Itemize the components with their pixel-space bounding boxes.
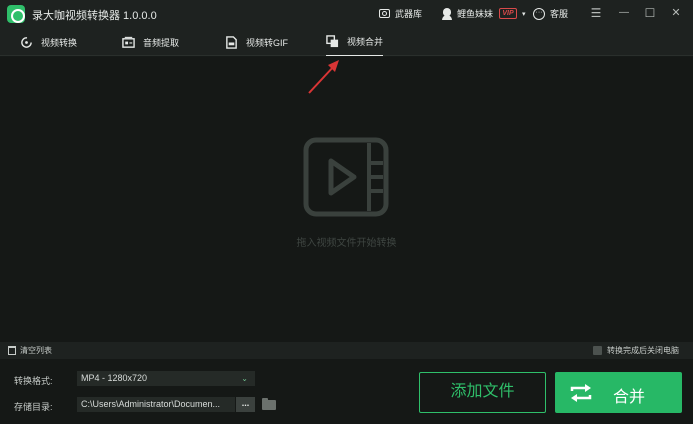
toolbox-icon xyxy=(379,9,390,18)
shutdown-label: 转换完成后关闭电脑 xyxy=(607,346,679,355)
tab-label: 音频提取 xyxy=(143,37,180,48)
format-select[interactable]: MP4 - 1280x720 ⌄ xyxy=(77,371,255,386)
chevron-down-icon: ▾ xyxy=(522,10,526,18)
tab-video-to-gif[interactable]: 视频转GIF xyxy=(225,28,288,56)
shutdown-checkbox[interactable] xyxy=(593,346,602,355)
tab-label: 视频合并 xyxy=(347,37,384,47)
video-play-icon xyxy=(303,137,389,217)
clear-list-label: 清空列表 xyxy=(20,346,52,355)
format-label: 转换格式: xyxy=(14,376,53,386)
drop-hint-text: 拖入视频文件开始转换 xyxy=(296,238,397,249)
save-dir-label: 存储目录: xyxy=(14,402,53,412)
list-action-bar: 清空列表 转换完成后关闭电脑 xyxy=(0,342,693,359)
tab-label: 视频转换 xyxy=(41,37,78,48)
close-button[interactable]: ✕ xyxy=(669,6,683,20)
open-folder-icon[interactable] xyxy=(262,398,276,410)
title-bar: 录大咖视频转换器 1.0.0.0 武器库 鲤鱼妹妹 VIP ▾ ··· 客服 ☰… xyxy=(0,0,693,28)
menu-button[interactable]: ☰ xyxy=(589,6,603,20)
user-avatar-icon xyxy=(442,7,452,20)
tab-video-convert[interactable]: 视频转换 xyxy=(20,28,77,56)
vip-menu[interactable]: VIP ▾ xyxy=(499,8,526,19)
arsenal-button[interactable]: 武器库 xyxy=(379,7,422,20)
red-arrow-annotation xyxy=(308,60,339,94)
audio-card-icon xyxy=(122,36,135,48)
arsenal-label: 武器库 xyxy=(395,9,423,19)
format-value: MP4 - 1280x720 xyxy=(81,373,148,383)
minimize-button[interactable]: — xyxy=(617,6,631,20)
merge-label: 合并 xyxy=(613,389,646,406)
tab-audio-extract[interactable]: 音频提取 xyxy=(122,28,179,56)
save-dir-field[interactable]: C:\Users\Administrator\Documen... xyxy=(77,397,235,412)
maximize-button[interactable]: ☐ xyxy=(643,6,657,20)
file-drop-area[interactable]: 拖入视频文件开始转换 xyxy=(0,57,693,342)
service-label: 客服 xyxy=(550,9,569,19)
add-file-button[interactable]: 添加文件 xyxy=(419,372,546,413)
customer-service-button[interactable]: ··· 客服 xyxy=(533,7,568,20)
rotate-icon xyxy=(21,36,32,48)
feature-tabs: 视频转换 音频提取 视频转GIF 视频合并 xyxy=(0,28,693,56)
vip-badge: VIP xyxy=(499,8,517,19)
clear-list-button[interactable]: 清空列表 xyxy=(8,345,52,356)
shutdown-after-option[interactable]: 转换完成后关闭电脑 xyxy=(593,345,679,356)
merge-button[interactable]: 合并 xyxy=(555,372,682,413)
gif-file-icon xyxy=(226,35,237,49)
trash-icon xyxy=(8,346,16,355)
user-account[interactable]: 鲤鱼妹妹 xyxy=(442,7,493,20)
merge-layers-icon xyxy=(326,35,339,48)
browse-button[interactable]: ... xyxy=(236,397,255,412)
tab-label: 视频转GIF xyxy=(246,37,288,48)
swap-arrows-icon xyxy=(570,384,592,402)
tab-video-merge[interactable]: 视频合并 xyxy=(326,28,384,56)
app-title: 录大咖视频转换器 1.0.0.0 xyxy=(32,10,157,22)
user-name: 鲤鱼妹妹 xyxy=(457,9,494,19)
app-logo-icon xyxy=(7,5,25,23)
chat-bubble-icon: ··· xyxy=(533,7,545,20)
chevron-down-icon: ⌄ xyxy=(241,374,248,383)
